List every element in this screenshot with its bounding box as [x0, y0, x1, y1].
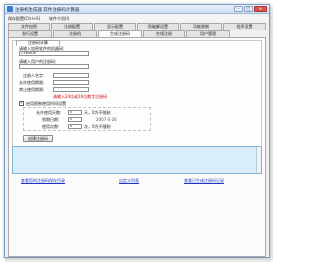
output-scrollbar[interactable]	[256, 147, 261, 173]
use-count-label: 使用次数:	[42, 124, 60, 129]
username-input[interactable]	[19, 64, 89, 69]
window-title: 注册机生成器 软件注册码计算器	[15, 8, 80, 13]
output-area[interactable]	[12, 146, 262, 174]
minimize-button[interactable]: –	[234, 6, 243, 12]
menu-about[interactable]: 软件介绍(I)	[49, 16, 69, 22]
generate-code-button[interactable]: 创建注册码	[23, 135, 53, 142]
allow-days-hint: 天，0为不限制	[84, 110, 111, 115]
forbid-period-label: 禁止使用期限:	[19, 87, 45, 92]
owner-label: 注册人名字:	[23, 73, 45, 78]
trial-limit-checkbox[interactable]: ✓	[19, 99, 25, 106]
tab-display-config[interactable]: 显示配置	[94, 23, 136, 30]
tab-generate-code[interactable]: 生成注册码	[98, 30, 142, 37]
expire-date-input[interactable]: 0	[68, 117, 82, 122]
tab-row-bottom: 发行设置 注册机 生成注册码 在线注册 用户管理	[8, 30, 266, 37]
tab-row-top: 文件加密 注册配置 显示配置 防破解设置 功能限制 程序设置	[8, 23, 266, 30]
tab-feature-limit[interactable]: 功能限制	[180, 23, 222, 30]
allow-days-input[interactable]: 0	[68, 110, 82, 115]
app-window: 注册机生成器 软件注册码计算器 – □ ✕ 保存配置(Ctrl+S) 软件介绍(…	[4, 4, 270, 258]
use-count-hint: 次，0为不限制	[84, 124, 111, 129]
tab-file-encrypt[interactable]: 文件加密	[8, 23, 50, 30]
use-count-input[interactable]: 0	[68, 124, 82, 129]
title-bar[interactable]: 注册机生成器 软件注册码计算器 – □ ✕	[5, 5, 269, 14]
expire-date-value: 2007-0-26	[96, 117, 117, 122]
tab-release-settings[interactable]: 发行设置	[8, 30, 52, 37]
tab-anti-crack[interactable]: 防破解设置	[137, 23, 179, 30]
allow-period-label: 允许使用期限:	[19, 80, 45, 85]
allow-period-input[interactable]	[53, 80, 89, 85]
allow-days-label: 允许使用天数:	[36, 110, 62, 115]
app-icon	[7, 6, 13, 12]
tab-register-config[interactable]: 注册配置	[51, 23, 93, 30]
forbid-period-input[interactable]	[53, 87, 89, 92]
input-hint-text: 请输入24位或16位数字注册码	[53, 94, 108, 99]
machine-code-input[interactable]: CYW8DK	[19, 51, 89, 56]
menu-save-config[interactable]: 保存配置(Ctrl+S)	[8, 16, 40, 22]
maximize-button[interactable]: □	[244, 6, 253, 12]
history-link[interactable]: 查看已生成注册码记录	[184, 178, 224, 184]
expire-date-label: 到期日期:	[42, 117, 60, 122]
tab-keygen[interactable]: 注册机	[53, 30, 97, 37]
custom-list-link[interactable]: 自定义列表	[119, 178, 139, 184]
close-button[interactable]: ✕	[254, 6, 267, 12]
tab-user-management[interactable]: 用户管理	[186, 30, 230, 37]
tab-panel: 注册码计算 请输入加密软件的机器码: CYW8DK 请输入用户的注册码: 注册人…	[8, 37, 266, 257]
tab-online-register[interactable]: 在线注册	[143, 30, 185, 37]
owner-input[interactable]	[53, 73, 89, 78]
trial-settings-box: 允许使用天数: 0 天，0为不限制 到期日期: 0 2007-0-26 使用次数…	[23, 107, 151, 131]
save-dir-link[interactable]: 查看您的注册码保存目录	[21, 178, 65, 184]
form-group: 注册码计算 请输入加密软件的机器码: CYW8DK 请输入用户的注册码: 注册人…	[12, 40, 262, 150]
menu-bar: 保存配置(Ctrl+S) 软件介绍(I)	[5, 15, 269, 22]
check-icon: ✓	[20, 99, 25, 106]
tab-program-settings[interactable]: 程序设置	[223, 23, 266, 30]
